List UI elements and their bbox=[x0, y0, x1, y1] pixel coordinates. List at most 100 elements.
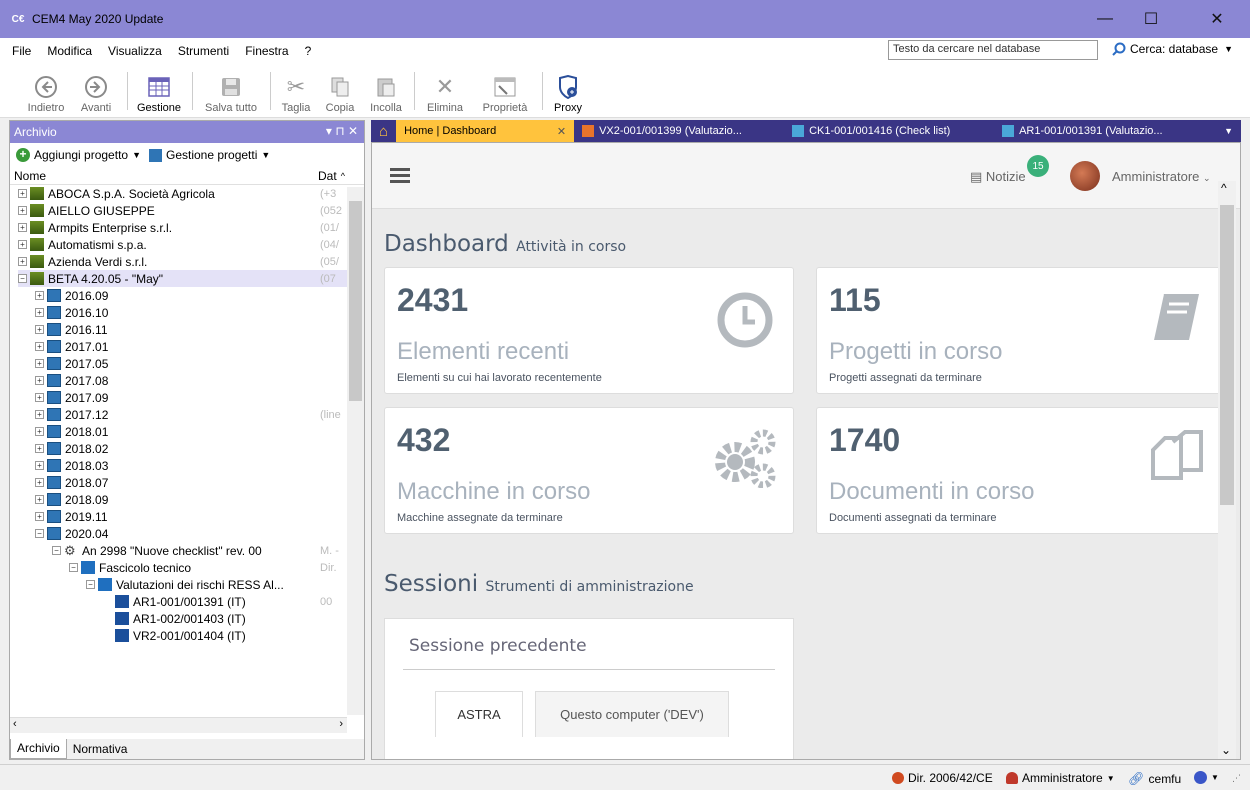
language-selector[interactable]: ▼ bbox=[1194, 771, 1219, 784]
menu-help[interactable]: ? bbox=[305, 44, 312, 58]
tree-item[interactable]: +2017.01 bbox=[35, 338, 108, 355]
tree-item[interactable]: − BETA 4.20.05 - "May" bbox=[18, 270, 348, 287]
session-tab-this-computer[interactable]: Questo computer ('DEV') bbox=[535, 691, 729, 737]
close-icon[interactable]: ✕ bbox=[557, 125, 566, 138]
expand-toggle-icon[interactable]: + bbox=[35, 444, 44, 453]
minimize-button[interactable]: — bbox=[1082, 0, 1128, 38]
chevron-down-icon[interactable]: ▼ bbox=[132, 150, 141, 160]
tree-item[interactable]: +2019.11 bbox=[35, 508, 108, 525]
menu-modifica[interactable]: Modifica bbox=[47, 44, 92, 58]
chevron-down-icon[interactable]: ▼ bbox=[261, 150, 270, 160]
expand-toggle-icon[interactable]: + bbox=[35, 359, 44, 368]
tab-ar1[interactable]: AR1-001/001391 (Valutazio... bbox=[994, 120, 1194, 142]
gestione-button[interactable]: Gestione bbox=[132, 68, 186, 114]
close-button[interactable]: ✕ bbox=[1194, 0, 1240, 38]
tree-item[interactable]: +2017.08 bbox=[35, 372, 108, 389]
avatar[interactable] bbox=[1070, 161, 1100, 191]
tree-item[interactable]: +2017.09 bbox=[35, 389, 108, 406]
session-tab-astra[interactable]: ASTRA bbox=[435, 691, 523, 737]
column-date[interactable]: Dat bbox=[318, 169, 337, 183]
tree-item[interactable]: +2016.09 bbox=[35, 287, 108, 304]
expand-toggle-icon[interactable]: − bbox=[35, 529, 44, 538]
menu-finestra[interactable]: Finestra bbox=[245, 44, 288, 58]
tree-horizontal-scrollbar[interactable]: ‹ › bbox=[10, 717, 347, 733]
tab-normativa[interactable]: Normativa bbox=[67, 742, 134, 756]
card-recent-items[interactable]: 2431 Elementi recenti Elementi su cui ha… bbox=[384, 267, 794, 394]
expand-toggle-icon[interactable]: + bbox=[35, 376, 44, 385]
properties-button[interactable]: Proprietà bbox=[474, 68, 536, 114]
scroll-down-icon[interactable]: ⌄ bbox=[1221, 743, 1231, 757]
expand-toggle-icon[interactable]: + bbox=[35, 512, 44, 521]
status-directive[interactable]: Dir. 2006/42/CE bbox=[892, 771, 993, 785]
tree-item[interactable]: − Valutazioni dei rischi RESS Al... bbox=[86, 576, 284, 593]
tab-list-chevron-icon[interactable]: ▼ bbox=[1224, 126, 1233, 136]
tab-home-dashboard[interactable]: Home | Dashboard ✕ bbox=[396, 120, 575, 142]
paste-button[interactable]: Incolla bbox=[364, 68, 408, 114]
expand-toggle-icon[interactable]: + bbox=[35, 291, 44, 300]
dashboard-vertical-scrollbar[interactable]: ^ ⌄ bbox=[1218, 181, 1236, 759]
tree-item[interactable]: − 2020.04 bbox=[35, 525, 108, 542]
add-project-button[interactable]: Aggiungi progetto bbox=[34, 148, 128, 162]
expand-toggle-icon[interactable]: + bbox=[18, 189, 27, 198]
tree-item[interactable]: + AIELLO GIUSEPPE bbox=[18, 202, 155, 219]
tree-item[interactable]: + Automatismi s.p.a. bbox=[18, 236, 147, 253]
home-icon[interactable]: ⌂ bbox=[371, 123, 396, 140]
tab-archivio[interactable]: Archivio bbox=[10, 739, 67, 759]
manage-projects-button[interactable]: Gestione progetti bbox=[166, 148, 257, 162]
expand-toggle-icon[interactable]: + bbox=[18, 240, 27, 249]
cut-button[interactable]: ✂ Taglia bbox=[276, 68, 316, 114]
scroll-left-icon[interactable]: ‹ bbox=[13, 718, 17, 730]
menu-file[interactable]: File bbox=[12, 44, 31, 58]
tree-item[interactable]: + ABOCA S.p.A. Società Agricola bbox=[18, 185, 215, 202]
tree-item[interactable]: + Azienda Verdi s.r.l. bbox=[18, 253, 147, 270]
tree-item[interactable]: AR1-001/001391 (IT) bbox=[103, 593, 246, 610]
card-documents-in-progress[interactable]: 1740 Documenti in corso Documenti assegn… bbox=[816, 407, 1226, 534]
expand-toggle-icon[interactable]: + bbox=[18, 206, 27, 215]
hamburger-menu-icon[interactable] bbox=[390, 168, 410, 184]
scrollbar-thumb[interactable] bbox=[349, 201, 362, 401]
tab-vx2[interactable]: VX2-001/001399 (Valutazio... bbox=[574, 120, 784, 142]
save-all-button[interactable]: Salva tutto bbox=[198, 68, 264, 114]
tree-item[interactable]: +2017.05 bbox=[35, 355, 108, 372]
tab-ck1[interactable]: CK1-001/001416 (Check list) bbox=[784, 120, 994, 142]
tree-item[interactable]: + Armpits Enterprise s.r.l. bbox=[18, 219, 172, 236]
tree-item[interactable]: +2018.02 bbox=[35, 440, 108, 457]
panel-controls[interactable]: ▾ ⊓ ✕ bbox=[326, 124, 358, 138]
maximize-button[interactable]: ☐ bbox=[1128, 0, 1174, 38]
expand-toggle-icon[interactable]: + bbox=[35, 461, 44, 470]
tree-item[interactable]: − ⚙ An 2998 "Nuove checklist" rev. 00 bbox=[52, 542, 262, 559]
expand-toggle-icon[interactable]: + bbox=[35, 427, 44, 436]
scrollbar-thumb[interactable] bbox=[1220, 205, 1234, 505]
forward-button[interactable]: Avanti bbox=[74, 68, 118, 114]
expand-toggle-icon[interactable]: + bbox=[35, 495, 44, 504]
tree-item[interactable]: +2018.01 bbox=[35, 423, 108, 440]
tree-item[interactable]: +2017.12 bbox=[35, 406, 108, 423]
expand-toggle-icon[interactable]: + bbox=[35, 410, 44, 419]
copy-button[interactable]: Copia bbox=[320, 68, 360, 114]
search-button[interactable]: Cerca: database ▼ bbox=[1112, 42, 1233, 56]
tree-item[interactable]: +2016.11 bbox=[35, 321, 108, 338]
column-name[interactable]: Nome bbox=[14, 169, 318, 183]
tree-item[interactable]: +2016.10 bbox=[35, 304, 108, 321]
tree-item[interactable]: AR1-002/001403 (IT) bbox=[103, 610, 246, 627]
status-user[interactable]: Amministratore ▼ bbox=[1006, 771, 1115, 785]
menu-visualizza[interactable]: Visualizza bbox=[108, 44, 162, 58]
tree-vertical-scrollbar[interactable] bbox=[347, 187, 364, 715]
tree-item[interactable]: − Fascicolo tecnico bbox=[69, 559, 191, 576]
expand-toggle-icon[interactable]: − bbox=[86, 580, 95, 589]
expand-toggle-icon[interactable]: + bbox=[35, 478, 44, 487]
resize-grip-icon[interactable]: ⋰ bbox=[1232, 773, 1241, 784]
status-link[interactable]: 🔗︎ cemfu bbox=[1128, 771, 1181, 787]
expand-toggle-icon[interactable]: + bbox=[35, 393, 44, 402]
expand-toggle-icon[interactable]: − bbox=[18, 274, 27, 283]
back-button[interactable]: Indietro bbox=[22, 68, 70, 114]
menu-strumenti[interactable]: Strumenti bbox=[178, 44, 229, 58]
proxy-button[interactable]: Proxy bbox=[548, 68, 588, 114]
tree-item[interactable]: +2018.03 bbox=[35, 457, 108, 474]
card-projects-in-progress[interactable]: 115 Progetti in corso Progetti assegnati… bbox=[816, 267, 1226, 394]
expand-toggle-icon[interactable]: − bbox=[52, 546, 61, 555]
scroll-right-icon[interactable]: › bbox=[339, 718, 343, 730]
user-menu[interactable]: Amministratore ⌄ bbox=[1112, 169, 1211, 184]
expand-toggle-icon[interactable]: + bbox=[35, 342, 44, 351]
expand-toggle-icon[interactable]: + bbox=[18, 257, 27, 266]
